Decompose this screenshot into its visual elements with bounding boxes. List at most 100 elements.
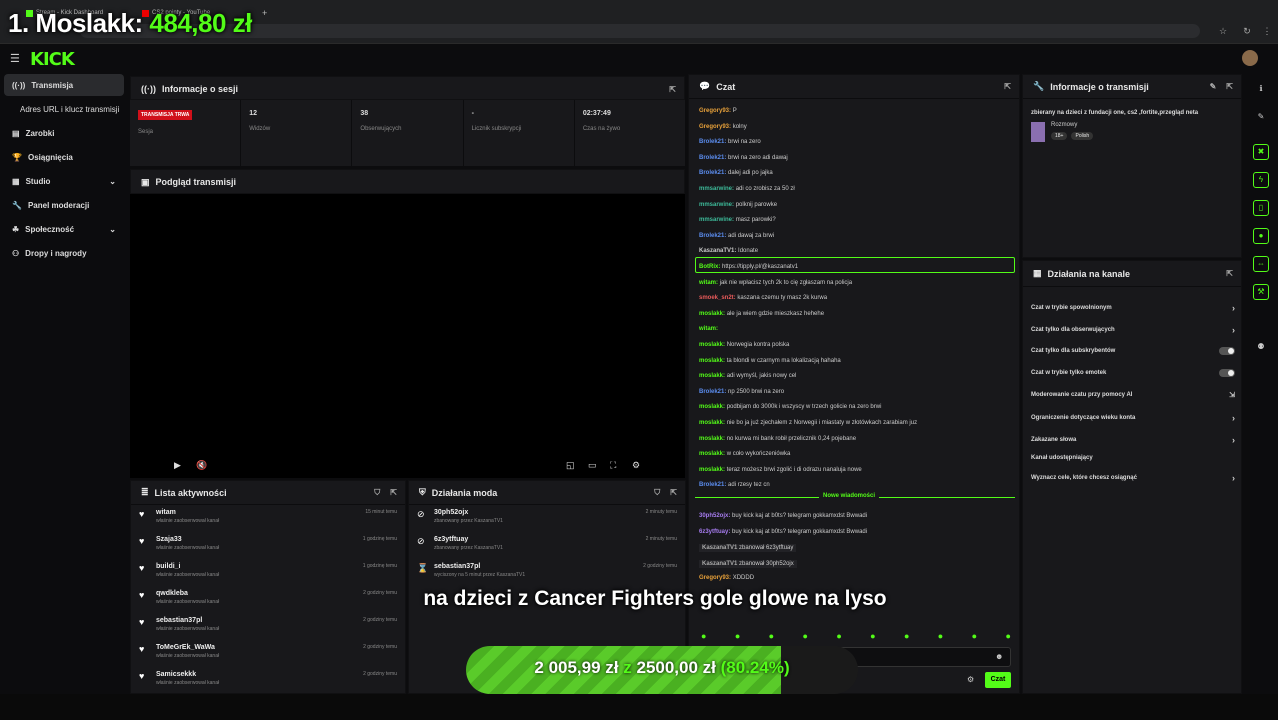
studio-icon: ▦ [12, 176, 20, 186]
sidebar-item-spolecznosc[interactable]: ☘ Społeczność ⌄ [4, 218, 124, 240]
sidebar-item-osiagniecia[interactable]: 🏆 Osiągnięcia [4, 146, 124, 168]
chat-username[interactable]: mmsarwine: [699, 217, 734, 223]
chat-username[interactable]: Brolek21: [699, 170, 726, 176]
chat-username[interactable]: witam: [699, 280, 718, 286]
chat-username[interactable]: 6z3ytftuay: [699, 529, 730, 535]
donation-goal-bar: 2 005,99 zł z 2500,00 zł (80.24%) [466, 646, 858, 694]
ban-user-icon[interactable]: ✖ [1253, 144, 1269, 160]
mod-time: 2 minuty temu [645, 509, 677, 515]
emote-only-toggle[interactable] [1219, 369, 1235, 377]
option-banned-words[interactable]: Zakazane słowa › [1031, 435, 1235, 445]
refresh-icon[interactable]: ↻ [1242, 26, 1252, 36]
option-followers-only[interactable]: Czat tylko dla obserwujących › [1031, 325, 1235, 335]
chat-username[interactable]: moslakk: [699, 467, 725, 473]
chat-username[interactable]: moslakk: [699, 436, 725, 442]
list-item: ♥ ToMeGrEk_WaWa właśnie zaobserwował kanał… [131, 640, 405, 667]
lightning-icon[interactable]: ϟ [1253, 172, 1269, 188]
emote-icon[interactable]: ● [836, 631, 841, 645]
raid-icon[interactable]: ⇔ [1253, 256, 1269, 272]
pip-icon[interactable]: ◱ [566, 460, 575, 471]
emote-icon[interactable]: ● [701, 631, 706, 645]
chat-username[interactable]: moslakk: [699, 420, 725, 426]
play-icon[interactable]: ▶ [174, 460, 181, 471]
popout-icon[interactable]: ⇱ [1226, 269, 1233, 278]
new-tab-button[interactable]: + [262, 6, 267, 20]
emote-icon[interactable]: ● [870, 631, 875, 645]
sidebar-item-dropy[interactable]: ⚇ Dropy i nagrody [4, 242, 124, 264]
chat-username[interactable]: witam: [699, 326, 718, 332]
filter-icon[interactable]: ⛉ [374, 488, 380, 498]
chat-username[interactable]: Gregory93: [699, 575, 731, 581]
edit-pencil-icon[interactable]: ✎ [1253, 110, 1269, 126]
chat-username[interactable]: Brolek21: [699, 389, 726, 395]
chat-message: witam: [699, 326, 718, 332]
chat-username[interactable]: Gregory93: [699, 124, 731, 130]
hamburger-menu-icon[interactable]: ☰ [10, 52, 20, 65]
chat-username[interactable]: Brolek21: [699, 155, 726, 161]
chat-username[interactable]: KaszanaTV1 [702, 545, 737, 551]
clip-icon[interactable]: ▯ [1253, 200, 1269, 216]
chat-message: Brolek21: adi dawaj za brwi [699, 233, 774, 239]
chat-username[interactable]: moslakk: [699, 358, 725, 364]
video-preview[interactable] [130, 194, 685, 478]
popout-icon[interactable]: ⇱ [670, 488, 677, 498]
emote-icon[interactable]: ● [802, 631, 807, 645]
subs-only-toggle[interactable] [1219, 347, 1235, 355]
popout-icon[interactable]: ⇱ [1226, 82, 1233, 91]
chat-username[interactable]: moslakk: [699, 373, 725, 379]
emote-icon[interactable]: ● [1005, 631, 1010, 645]
sidebar-item-url-key[interactable]: Adres URL i klucz transmisji [4, 98, 124, 120]
heart-icon: ♥ [139, 590, 145, 600]
chat-username[interactable]: mmsarwine: [699, 186, 734, 192]
sidebar-item-studio[interactable]: ▦ Studio ⌄ [4, 170, 124, 192]
avatar[interactable] [1242, 50, 1258, 66]
send-chat-button[interactable]: Czat [985, 672, 1011, 688]
chat-username[interactable]: moslakk: [699, 311, 725, 317]
emote-icon[interactable]: ● [972, 631, 977, 645]
stat-value: 12 [249, 110, 257, 117]
chat-username[interactable]: moslakk: [699, 404, 725, 410]
emote-icon[interactable]: ● [735, 631, 740, 645]
option-slow-mode[interactable]: Czat w trybie spowolnionym › [1031, 303, 1235, 313]
theater-icon[interactable]: ▭ [588, 460, 597, 471]
chat-username[interactable]: moslakk: [699, 342, 725, 348]
activity-time: 2 godziny temu [363, 617, 397, 623]
info-icon[interactable]: ℹ [1253, 82, 1269, 98]
chat-username[interactable]: KaszanaTV1 [702, 561, 737, 567]
popout-icon[interactable]: ⇱ [669, 85, 676, 94]
sidebar-item-panel-moderacji[interactable]: 🔧 Panel moderacji [4, 194, 124, 216]
option-goals[interactable]: Wyznacz cele, które chcesz osiągnąć › [1031, 473, 1235, 483]
popout-icon[interactable]: ⇱ [390, 488, 397, 498]
emote-icon[interactable]: ● [769, 631, 774, 645]
edit-pencil-icon[interactable]: ✎ [1210, 82, 1217, 91]
chat-username[interactable]: Brolek21: [699, 233, 726, 239]
sidebar-item-zarobki[interactable]: ▤ Zarobki [4, 122, 124, 144]
wrench-icon[interactable]: ⚒ [1253, 284, 1269, 300]
chat-settings-gear-icon[interactable]: ⚙ [967, 675, 974, 684]
chat-username[interactable]: KaszanaTV1: [699, 248, 736, 254]
mute-icon[interactable]: 🔇 [196, 460, 207, 471]
emote-icon[interactable]: ● [938, 631, 943, 645]
chat-username[interactable]: mmsarwine: [699, 202, 734, 208]
option-host-channel[interactable]: Kanał udostępniający [1031, 455, 1235, 461]
chat-username[interactable]: Brolek21: [699, 482, 726, 488]
option-ai-moderation[interactable]: Moderowanie czatu przy pomocy AI ⇲ [1031, 391, 1235, 399]
fullscreen-icon[interactable]: ⛶ [610, 460, 616, 471]
chat-username[interactable]: 30ph52ojx: [699, 513, 730, 519]
star-icon[interactable]: ☆ [1218, 26, 1228, 36]
filter-icon[interactable]: ⛉ [654, 488, 660, 498]
chat-username[interactable]: Gregory93: [699, 108, 731, 114]
kick-logo[interactable]: KICK [30, 49, 75, 70]
chat-username[interactable]: moslakk: [699, 451, 725, 457]
chat-bubble-icon[interactable]: ● [1253, 228, 1269, 244]
chat-username[interactable]: smoek_sn2t: [699, 295, 736, 301]
emote-icon[interactable]: ● [904, 631, 909, 645]
sidebar-item-transmisja[interactable]: ((·)) Transmisja [4, 74, 124, 96]
settings-gear-icon[interactable]: ⚙ [632, 460, 640, 471]
menu-dots-icon[interactable]: ⋮ [1262, 26, 1272, 36]
option-account-age[interactable]: Ograniczenie dotyczące wieku konta › [1031, 413, 1235, 423]
emoji-icon[interactable]: ☻ [995, 652, 1003, 661]
users-icon[interactable]: ⚉ [1253, 340, 1269, 356]
chat-username[interactable]: Brolek21: [699, 139, 726, 145]
popout-icon[interactable]: ⇱ [1004, 82, 1011, 91]
